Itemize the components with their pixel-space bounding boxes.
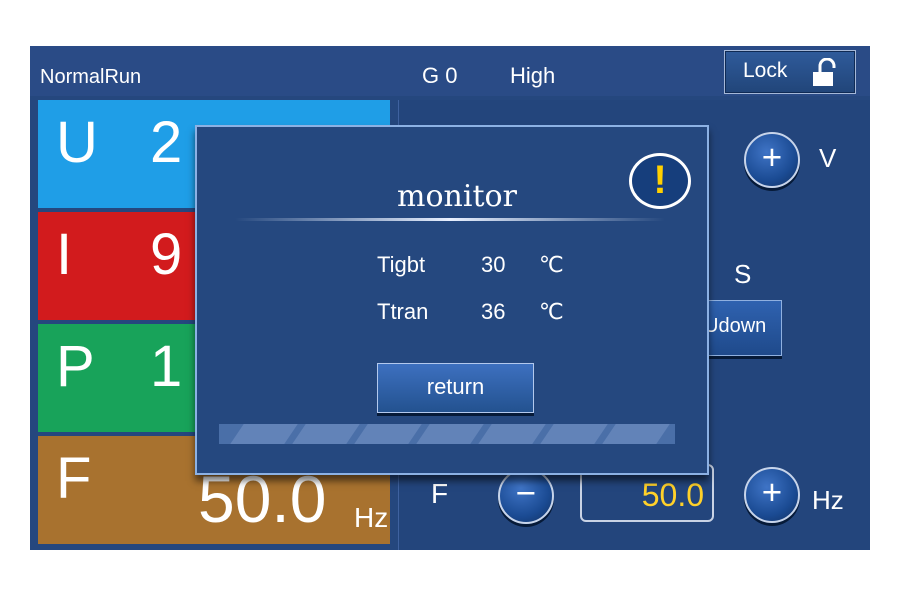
unlocked-padlock-icon [813, 58, 836, 86]
tigbt-unit: ℃ [539, 252, 564, 277]
frequency-unit: Hz [812, 485, 844, 515]
title-divider [235, 218, 665, 221]
warning-icon: ! [629, 153, 691, 209]
frequency-display-unit: Hz [354, 502, 389, 533]
progress-segment [292, 424, 360, 444]
frequency-adjust-label: F [431, 478, 449, 509]
frequency-display-value: 50.0 [198, 462, 327, 536]
frequency-letter: F [56, 446, 92, 511]
run-mode-status: NormalRun [40, 66, 142, 88]
progress-segment [416, 424, 484, 444]
time-unit: S [734, 259, 752, 289]
ttran-unit: ℃ [539, 299, 564, 324]
progress-segment [602, 424, 670, 444]
progress-segment [540, 424, 608, 444]
voltage-unit: V [819, 143, 837, 173]
voltage-letter: U [56, 110, 98, 175]
voltage-value: 2 [150, 110, 183, 175]
power-letter: P [56, 334, 95, 399]
voltage-plus-button[interactable]: + [744, 132, 800, 188]
gear-status: G 0 [422, 63, 458, 88]
tigbt-label: Tigbt [377, 252, 426, 277]
power-value: 1 [150, 334, 183, 399]
progress-segment [478, 424, 546, 444]
monitor-dialog: ! monitor Tigbt 30 ℃ Ttran 36 ℃ return [195, 125, 709, 475]
frequency-minus-button[interactable]: − [498, 468, 554, 524]
tigbt-value: 30 [481, 252, 506, 277]
progress-bar [219, 424, 675, 444]
lock-button[interactable]: Lock [724, 50, 856, 94]
minus-icon: − [515, 474, 537, 513]
lock-button-label: Lock [743, 59, 788, 82]
dialog-title: monitor [397, 179, 517, 214]
current-value: 9 [150, 222, 183, 287]
level-status: High [510, 63, 556, 88]
plus-icon: + [761, 138, 783, 177]
udown-label: Udown [704, 315, 767, 337]
progress-segment [230, 424, 298, 444]
ttran-label: Ttran [377, 299, 429, 324]
return-button[interactable]: return [377, 363, 534, 413]
progress-segment [354, 424, 422, 444]
status-bar: NormalRun G 0 High Lock [30, 46, 870, 96]
plus-icon: + [761, 473, 783, 512]
ttran-value: 36 [481, 299, 506, 324]
current-letter: I [56, 222, 73, 287]
frequency-plus-button[interactable]: + [744, 467, 800, 523]
